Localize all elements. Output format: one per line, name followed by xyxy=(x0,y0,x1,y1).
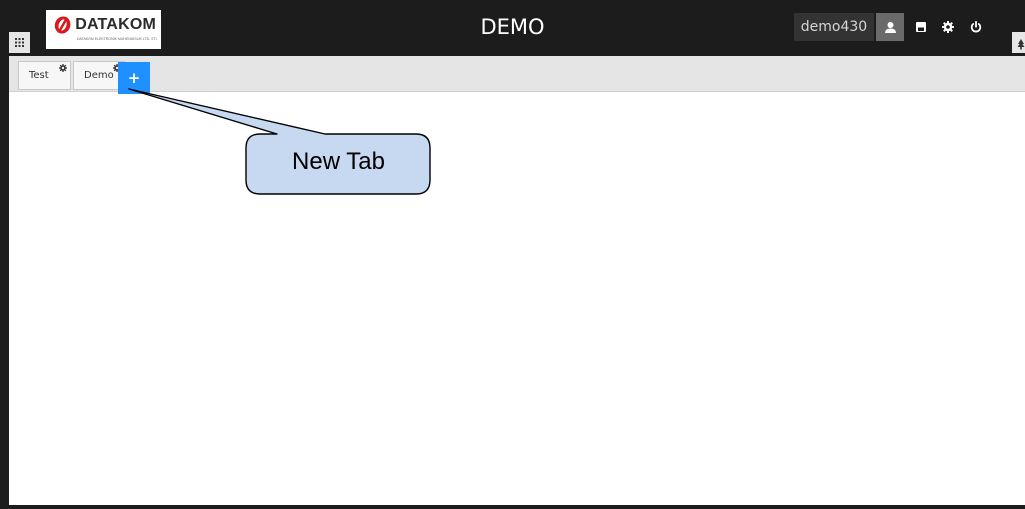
corner-tile[interactable] xyxy=(1012,32,1025,53)
frame-bottom-border xyxy=(0,505,1025,509)
save-icon xyxy=(916,22,926,32)
settings-button[interactable] xyxy=(934,13,962,41)
gear-icon xyxy=(942,21,954,33)
user-icon xyxy=(884,21,896,33)
tree-icon xyxy=(1017,39,1025,50)
tab-test[interactable]: Test xyxy=(18,61,71,90)
tab-bar: Test Demo + xyxy=(9,56,1025,94)
callout-text: New Tab xyxy=(292,148,385,175)
new-tab-button[interactable]: + xyxy=(118,62,150,94)
power-icon xyxy=(970,21,982,33)
frame-left-border xyxy=(0,56,9,509)
username-display[interactable]: demo430 xyxy=(794,13,874,41)
user-button[interactable] xyxy=(876,13,904,41)
top-bar: DATAKOM DATAKOM ELEKTRONIK MÜHENDISLIK L… xyxy=(0,0,1025,56)
logout-button[interactable] xyxy=(962,13,990,41)
tab-label: Demo xyxy=(84,70,114,81)
tab-label: Test xyxy=(29,70,49,81)
save-button[interactable] xyxy=(907,13,935,41)
tab-settings-icon[interactable] xyxy=(59,64,67,72)
